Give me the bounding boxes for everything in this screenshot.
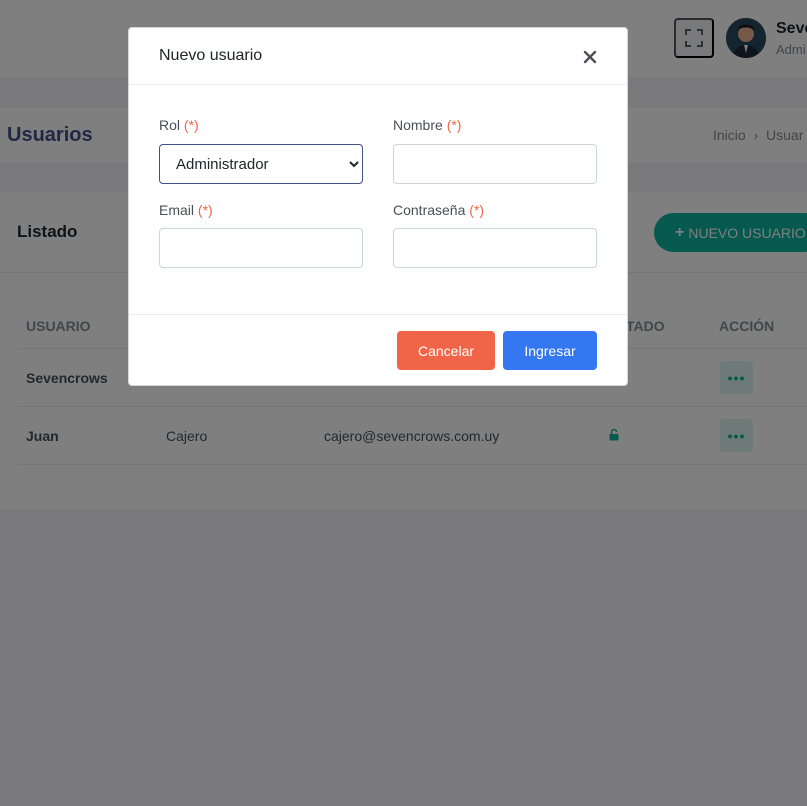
nombre-label: Nombre (*) [393,117,461,133]
rol-label-text: Rol [159,117,181,133]
submit-button[interactable]: Ingresar [503,331,597,370]
new-user-modal: Nuevo usuario Rol (*) Administrador Nomb… [128,27,628,386]
email-label: Email (*) [159,202,213,218]
rol-label: Rol (*) [159,117,199,133]
password-label: Contraseña (*) [393,202,484,218]
required-mark: (*) [446,117,462,133]
password-field[interactable] [393,228,597,268]
email-field[interactable] [159,228,363,268]
cancel-button[interactable]: Cancelar [397,331,495,370]
modal-title: Nuevo usuario [159,47,263,64]
modal-header: Nuevo usuario [129,28,627,85]
email-label-text: Email [159,202,195,218]
required-mark: (*) [469,202,485,218]
nombre-label-text: Nombre [393,117,443,133]
close-icon [583,50,597,64]
password-label-text: Contraseña [393,202,466,218]
required-mark: (*) [183,117,199,133]
rol-select[interactable]: Administrador [159,144,363,184]
nombre-field[interactable] [393,144,597,184]
close-button[interactable] [579,46,601,68]
required-mark: (*) [197,202,213,218]
modal-footer-divider [129,314,627,315]
